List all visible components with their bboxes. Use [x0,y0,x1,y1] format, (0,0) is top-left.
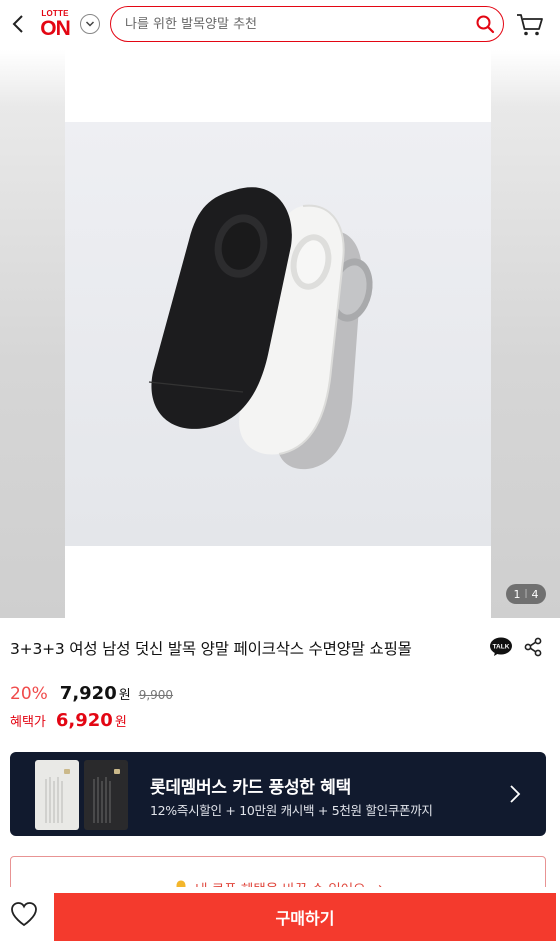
lotte-members-card-banner[interactable]: 롯데멤버스 카드 풍성한 혜택 12%즉시할인 + 10만원 캐시백 + 5천원… [10,752,546,836]
original-price: 9,900 [138,688,174,702]
bottom-action-bar: 구매하기 [0,887,560,947]
socks-illustration [65,122,491,546]
heart-icon[interactable] [10,901,38,927]
benefit-price-row: 혜택가 6,920 원 [10,710,127,731]
product-photo [65,50,491,618]
banner-title: 롯데멤버스 카드 풍성한 혜택 [150,778,351,798]
top-header: LOTTE ON [0,0,560,50]
benefit-price-label: 혜택가 [10,715,46,730]
svg-text:TALK: TALK [493,644,510,651]
banner-subtitle: 12%즉시할인 + 10만원 캐시백 + 5천원 할인쿠폰까지 [150,803,433,818]
total-image-count: 4 [531,587,539,601]
chevron-right-icon[interactable] [508,783,522,805]
cart-icon[interactable] [516,13,544,37]
search-bar[interactable] [110,6,504,42]
mall-menu-button[interactable] [80,14,100,34]
discount-rate: 20% [10,684,48,704]
search-input[interactable] [125,16,455,32]
product-image-gallery[interactable]: 1 | 4 [0,50,560,618]
back-arrow-icon[interactable] [10,13,26,35]
product-title: 3+3+3 여성 남성 덧신 발목 양말 페이크삭스 수면양말 쇼핑몰 [10,640,412,658]
sale-price: 7,920 [59,683,117,704]
share-icon[interactable] [523,637,543,657]
buy-button[interactable]: 구매하기 [54,893,556,941]
image-page-indicator: 1 | 4 [506,584,546,604]
card-image [34,759,130,831]
lotte-on-logo[interactable]: LOTTE ON [38,9,72,39]
price-row: 20% 7,920 원 9,900 [10,683,173,704]
price-currency: 원 [118,688,131,703]
current-image-index: 1 [513,587,521,601]
search-icon[interactable] [475,14,495,34]
logo-on-text: ON [40,17,71,40]
indicator-separator: | [524,589,528,599]
chevron-down-icon [85,21,95,27]
kakao-talk-icon[interactable]: TALK [489,637,513,657]
benefit-price: 6,920 [55,710,113,731]
benefit-price-currency: 원 [114,715,127,730]
